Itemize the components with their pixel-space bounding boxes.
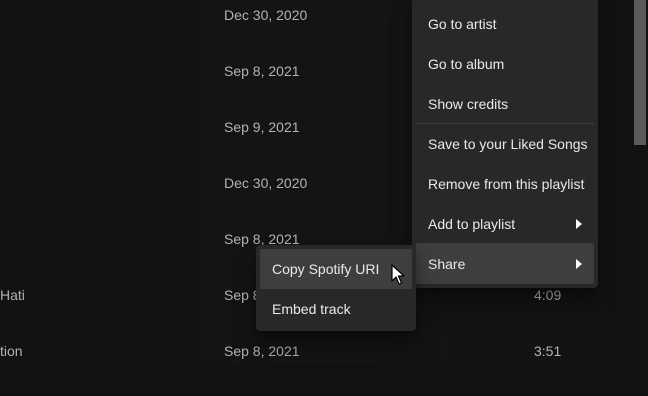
menu-item-label: Save to your Liked Songs [428, 136, 588, 152]
menu-item-label: Share [428, 256, 466, 272]
scrollbar-thumb[interactable] [634, 0, 646, 145]
menu-item-embed-track[interactable]: Embed track [260, 289, 412, 329]
track-date-added: Dec 30, 2020 [224, 175, 308, 191]
track-title: tion [0, 343, 23, 359]
vertical-scrollbar[interactable] [632, 0, 648, 365]
menu-item-go-to-album[interactable]: Go to album [416, 44, 594, 84]
menu-item-label: Go to album [428, 56, 505, 72]
menu-item-go-to-artist[interactable]: Go to artist [416, 4, 594, 44]
menu-item-copy-spotify-uri[interactable]: Copy Spotify URI [260, 249, 412, 289]
track-duration: 3:51 [534, 343, 562, 359]
menu-item-share[interactable]: Share [416, 244, 594, 284]
track-row[interactable]: tion Sep 8, 2021 3:51 [0, 340, 612, 396]
track-date-added: Dec 30, 2020 [224, 7, 308, 23]
menu-item-add-to-playlist[interactable]: Add to playlist [416, 204, 594, 244]
menu-item-label: Add to playlist [428, 216, 516, 232]
menu-item-label: Remove from this playlist [428, 176, 585, 192]
menu-item-save-to-liked-songs[interactable]: Save to your Liked Songs [416, 124, 594, 164]
share-submenu: Copy Spotify URI Embed track [256, 245, 416, 331]
menu-item-label: Embed track [272, 301, 351, 317]
menu-item-label: Go to artist [428, 16, 497, 32]
track-date-added: Sep 8, 2021 [224, 343, 300, 359]
track-context-menu: Go to artist Go to album Show credits Sa… [412, 0, 598, 288]
track-duration: 4:09 [534, 287, 562, 303]
menu-item-label: Copy Spotify URI [272, 261, 380, 277]
track-title: Hati [0, 287, 25, 303]
caret-right-icon [576, 259, 582, 269]
menu-item-remove-from-playlist[interactable]: Remove from this playlist [416, 164, 594, 204]
menu-item-show-credits[interactable]: Show credits [416, 84, 594, 124]
menu-item-label: Show credits [428, 96, 509, 112]
mouse-pointer-icon [391, 264, 405, 285]
track-date-added: Sep 8, 2021 [224, 63, 300, 79]
caret-right-icon [576, 219, 582, 229]
track-date-added: Sep 9, 2021 [224, 119, 300, 135]
